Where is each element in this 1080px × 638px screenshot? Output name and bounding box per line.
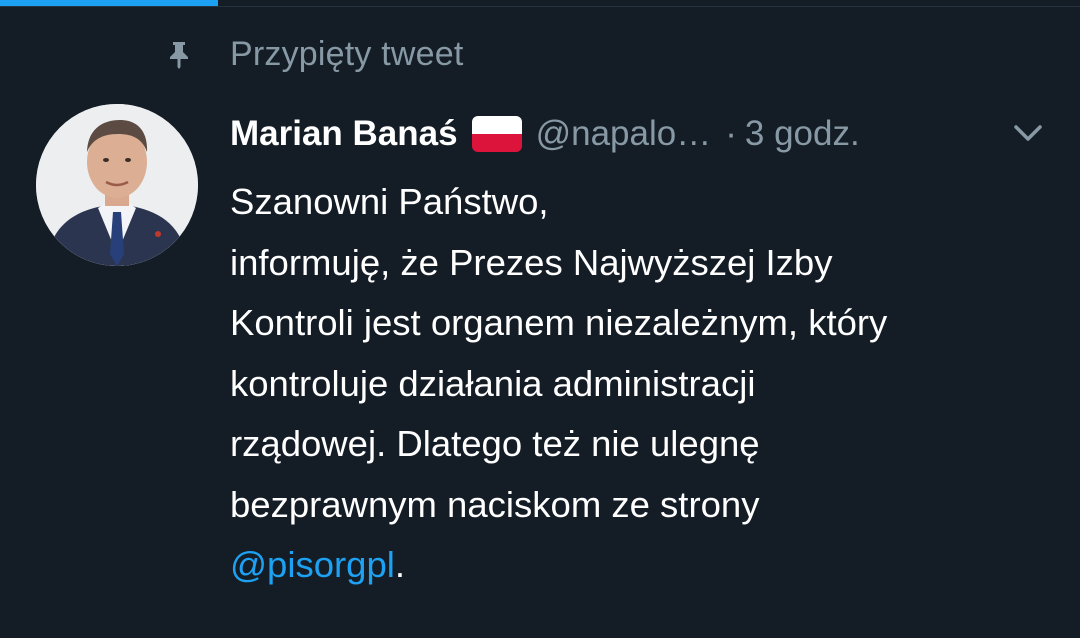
tweet-text-line: Kontroli jest organem niezależnym, który (230, 302, 888, 343)
pinned-tweet-label: Przypięty tweet (230, 34, 464, 73)
poland-flag-icon (471, 116, 522, 152)
mention-suffix: . (394, 544, 406, 585)
tweet-text-line: rządowej. Dlatego też nie ulegnę (230, 423, 760, 464)
tweet-text-line: kontroluje działania administracji (230, 362, 756, 404)
author-handle[interactable]: @napalo… (536, 114, 712, 154)
tweet-header: Marian Banaś @napalo… · 3 godz. (230, 108, 1050, 160)
chevron-down-icon[interactable] (1010, 118, 1046, 148)
tweet-screen: Przypięty tweet Marian Banaś @napalo… · … (0, 0, 1080, 638)
mention-link[interactable]: @pisorgpl (230, 544, 395, 585)
tweet-text-line: Szanowni Państwo, (230, 181, 549, 222)
tweet-text-line: bezprawnym naciskom ze strony (230, 483, 760, 525)
meta-separator: · (725, 114, 737, 153)
pinned-tweet-label-row: Przypięty tweet (164, 32, 464, 76)
active-tab-indicator[interactable] (0, 0, 218, 6)
tweet-timestamp[interactable]: 3 godz. (745, 114, 860, 154)
avatar[interactable] (36, 104, 198, 266)
tweet-text-last-line: @pisorgpl. (230, 535, 1060, 596)
pin-icon (164, 39, 194, 69)
tweet-text-line: informuję, że Prezes Najwyższej Izby (230, 241, 833, 283)
tweet-text: Szanowni Państwo, informuję, że Prezes N… (230, 172, 1060, 596)
author-name[interactable]: Marian Banaś (230, 114, 458, 154)
